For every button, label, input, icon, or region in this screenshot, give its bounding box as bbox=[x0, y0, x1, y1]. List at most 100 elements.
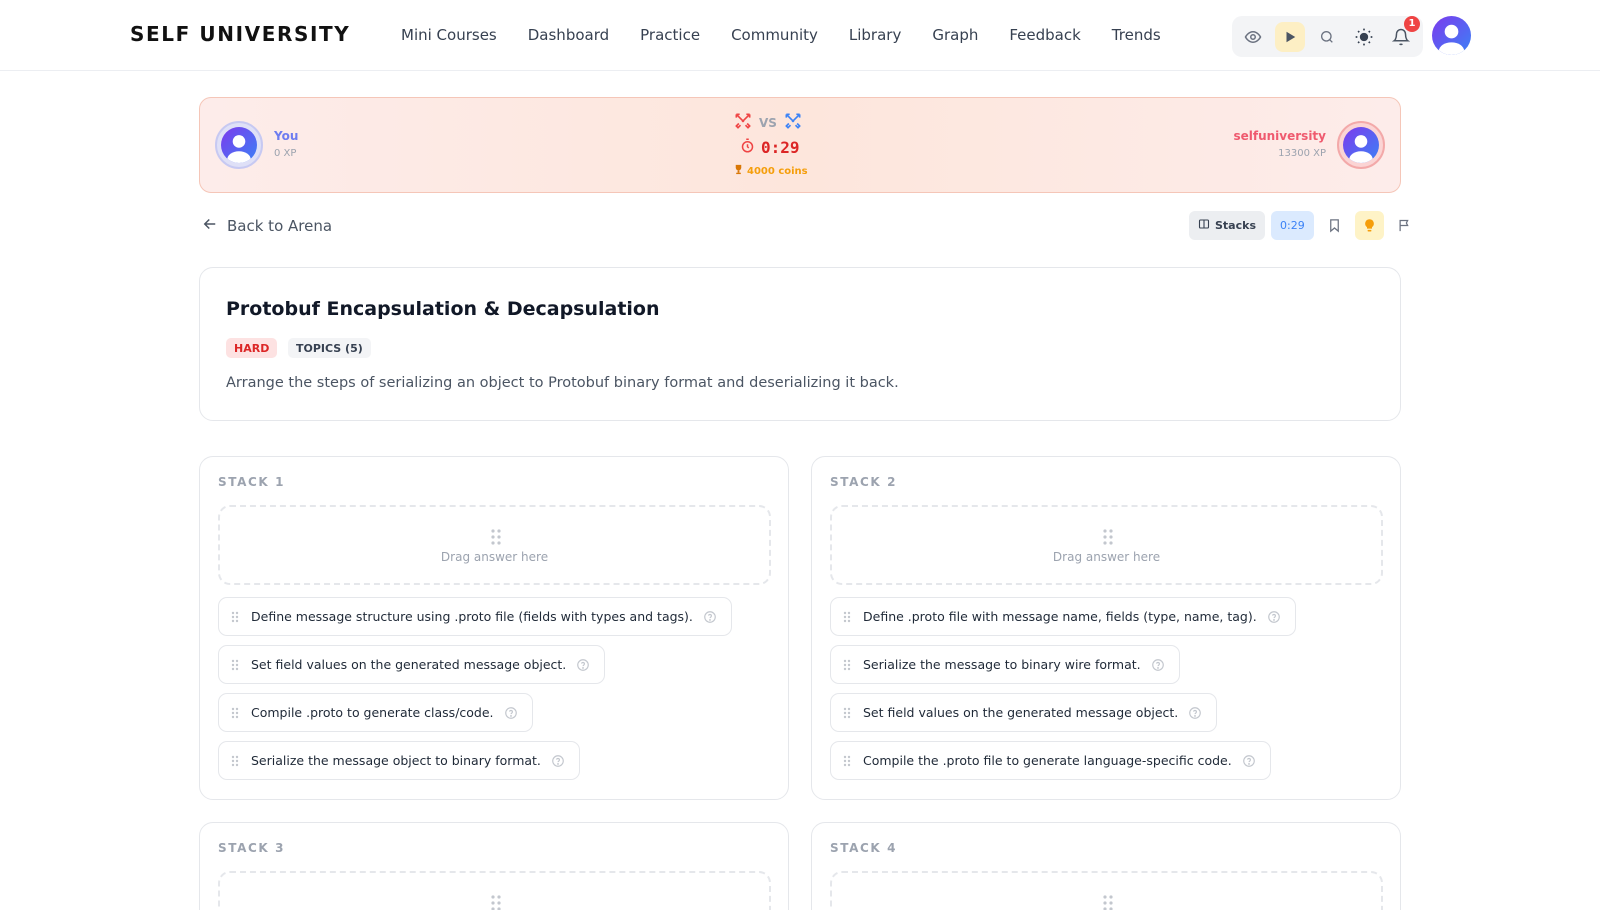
lightbulb-icon[interactable] bbox=[1354, 211, 1384, 240]
topics-badge[interactable]: TOPICS (5) bbox=[288, 338, 371, 358]
answer-item[interactable]: Serialize the message object to binary f… bbox=[218, 741, 580, 780]
vs-indicator: VS bbox=[733, 111, 803, 134]
nav-feedback[interactable]: Feedback bbox=[1009, 26, 1080, 44]
drop-zone-placeholder: Drag answer here bbox=[1052, 550, 1161, 564]
help-circle-icon[interactable] bbox=[703, 610, 717, 624]
nav-library[interactable]: Library bbox=[849, 26, 901, 44]
vs-label: VS bbox=[759, 115, 777, 130]
answer-text: Set field values on the generated messag… bbox=[863, 705, 1179, 720]
main-menu: Mini Courses Dashboard Practice Communit… bbox=[401, 26, 1192, 44]
opponent-name: selfuniversity bbox=[1233, 129, 1326, 143]
stack-label: STACK 2 bbox=[830, 475, 898, 489]
stack-label: STACK 4 bbox=[830, 841, 898, 855]
flag-icon[interactable] bbox=[1390, 211, 1419, 240]
nav-dashboard[interactable]: Dashboard bbox=[528, 26, 609, 44]
drag-handle-icon bbox=[490, 894, 502, 910]
answer-item[interactable]: Compile the .proto file to generate lang… bbox=[830, 741, 1271, 780]
drop-zone[interactable]: Drag answer here bbox=[218, 871, 771, 910]
opponent-xp: 13300 XP bbox=[1278, 148, 1326, 159]
drop-zone[interactable]: Drag answer here bbox=[218, 505, 771, 585]
nav-mini-courses[interactable]: Mini Courses bbox=[401, 26, 497, 44]
help-circle-icon[interactable] bbox=[551, 754, 565, 768]
drag-handle-icon bbox=[843, 659, 851, 671]
help-circle-icon[interactable] bbox=[1242, 754, 1256, 768]
stack-2: STACK 2 Drag answer here Define .proto f… bbox=[811, 456, 1401, 800]
help-circle-icon[interactable] bbox=[1267, 610, 1281, 624]
bookmark-icon[interactable] bbox=[1320, 211, 1349, 240]
answer-list: Define .proto file with message name, fi… bbox=[830, 597, 1296, 789]
opponent-avatar bbox=[1337, 121, 1385, 169]
nav-community[interactable]: Community bbox=[731, 26, 818, 44]
answer-text: Serialize the message to binary wire for… bbox=[863, 657, 1141, 672]
you-avatar bbox=[215, 121, 263, 169]
drag-handle-icon bbox=[231, 659, 239, 671]
battle-timer-value: 0:29 bbox=[761, 138, 800, 157]
question-description: Arrange the steps of serializing an obje… bbox=[226, 375, 899, 391]
stacks-button[interactable]: Stacks bbox=[1189, 211, 1265, 240]
help-circle-icon[interactable] bbox=[576, 658, 590, 672]
search-icon[interactable] bbox=[1312, 22, 1342, 52]
stack-1: STACK 1 Drag answer here Define message … bbox=[199, 456, 789, 800]
answer-text: Compile the .proto file to generate lang… bbox=[863, 753, 1232, 768]
answer-text: Define message structure using .proto fi… bbox=[251, 609, 693, 624]
answer-text: Compile .proto to generate class/code. bbox=[251, 705, 494, 720]
columns-icon bbox=[1198, 218, 1210, 233]
nav-trends[interactable]: Trends bbox=[1112, 26, 1161, 44]
help-circle-icon[interactable] bbox=[504, 706, 518, 720]
drag-handle-icon bbox=[843, 611, 851, 623]
sun-icon[interactable] bbox=[1349, 22, 1379, 52]
stacks-label: Stacks bbox=[1215, 219, 1256, 232]
drag-handle-icon bbox=[490, 528, 502, 550]
help-circle-icon[interactable] bbox=[1188, 706, 1202, 720]
stack-3: STACK 3 Drag answer here bbox=[199, 822, 789, 910]
you-xp: 0 XP bbox=[274, 148, 297, 159]
question-title: Protobuf Encapsulation & Decapsulation bbox=[226, 298, 660, 320]
eye-icon[interactable] bbox=[1238, 22, 1268, 52]
brand-logo[interactable]: SELF UNIVERSITY bbox=[130, 22, 350, 46]
back-to-arena-link[interactable]: Back to Arena bbox=[201, 215, 332, 237]
answer-item[interactable]: Compile .proto to generate class/code. bbox=[218, 693, 533, 732]
drag-handle-icon bbox=[1102, 528, 1114, 550]
answer-text: Define .proto file with message name, fi… bbox=[863, 609, 1257, 624]
drag-handle-icon bbox=[231, 755, 239, 767]
swords-icon bbox=[783, 111, 803, 134]
answer-item[interactable]: Set field values on the generated messag… bbox=[218, 645, 606, 684]
back-label: Back to Arena bbox=[227, 217, 333, 235]
battle-banner: You 0 XP VS 0:29 4000 coins selfuniversi… bbox=[199, 97, 1401, 193]
answer-item[interactable]: Define .proto file with message name, fi… bbox=[830, 597, 1296, 636]
answer-item[interactable]: Serialize the message to binary wire for… bbox=[830, 645, 1180, 684]
answer-text: Serialize the message object to binary f… bbox=[251, 753, 541, 768]
nav-graph[interactable]: Graph bbox=[932, 26, 978, 44]
play-icon[interactable] bbox=[1275, 21, 1305, 52]
stack-label: STACK 1 bbox=[218, 475, 286, 489]
bell-icon[interactable]: 1 bbox=[1386, 15, 1420, 52]
drag-handle-icon bbox=[231, 611, 239, 623]
prize: 4000 coins bbox=[733, 164, 808, 178]
stack-4: STACK 4 Drag answer here bbox=[811, 822, 1401, 910]
prize-value: 4000 coins bbox=[747, 165, 808, 177]
timer-pill: 0:29 bbox=[1271, 211, 1314, 240]
answer-list: Define message structure using .proto fi… bbox=[218, 597, 732, 789]
drag-handle-icon bbox=[1102, 894, 1114, 910]
drop-zone-placeholder: Drag answer here bbox=[440, 550, 549, 564]
you-name: You bbox=[274, 129, 299, 143]
nav-practice[interactable]: Practice bbox=[640, 26, 700, 44]
arrow-left-icon bbox=[201, 215, 219, 237]
question-card: Protobuf Encapsulation & Decapsulation H… bbox=[199, 267, 1401, 421]
drop-zone[interactable]: Drag answer here bbox=[830, 505, 1383, 585]
top-nav: SELF UNIVERSITY Mini Courses Dashboard P… bbox=[0, 0, 1600, 71]
trophy-icon bbox=[733, 164, 744, 178]
user-avatar[interactable] bbox=[1432, 16, 1471, 55]
drop-zone[interactable]: Drag answer here bbox=[830, 871, 1383, 910]
answer-item[interactable]: Define message structure using .proto fi… bbox=[218, 597, 732, 636]
question-actions: Stacks 0:29 bbox=[1189, 211, 1419, 240]
battle-timer: 0:29 bbox=[740, 138, 800, 157]
answer-item[interactable]: Set field values on the generated messag… bbox=[830, 693, 1218, 732]
drag-handle-icon bbox=[231, 707, 239, 719]
swords-icon bbox=[733, 111, 753, 134]
stopwatch-icon bbox=[740, 138, 755, 157]
help-circle-icon[interactable] bbox=[1151, 658, 1165, 672]
stack-label: STACK 3 bbox=[218, 841, 286, 855]
toolbar: 1 bbox=[1232, 15, 1423, 57]
drag-handle-icon bbox=[843, 707, 851, 719]
